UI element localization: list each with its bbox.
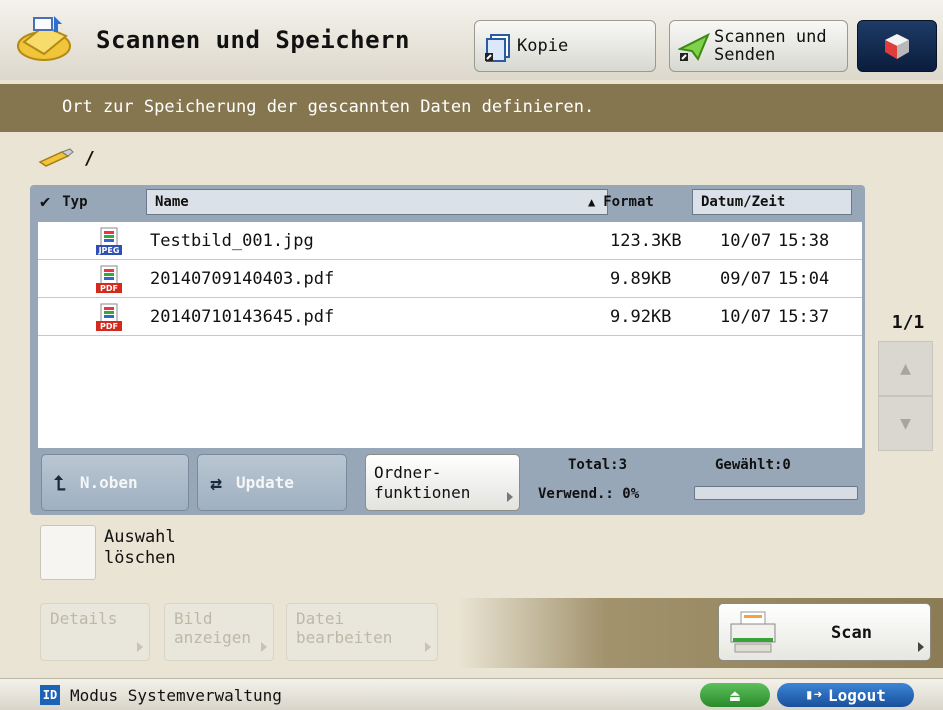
submenu-triangle-icon (261, 642, 267, 652)
scan-and-store-icon (14, 12, 74, 64)
update-label: Update (236, 473, 294, 492)
file-date: 09/07 (720, 269, 772, 289)
file-size: 9.89KB (610, 269, 672, 289)
name-column-label: Name (155, 194, 189, 210)
file-date: 10/07 (720, 307, 772, 327)
instruction-banner: Ort zur Speicherung der gescannten Daten… (0, 84, 943, 132)
jpeg-badge: JPEG (98, 246, 120, 255)
scan-button-label: Scan (831, 623, 872, 643)
file-row[interactable]: PDF 20140709140403.pdf 9.89KB 09/07 15:0… (38, 260, 862, 298)
paper-plane-icon (678, 32, 710, 61)
copy-function-button[interactable]: Kopie (474, 20, 656, 72)
refresh-arrows-icon: ⇄ (210, 470, 223, 495)
clear-selection-label: Auswahl löschen (104, 527, 176, 569)
file-name: Testbild_001.jpg (150, 231, 314, 251)
folder-functions-label-line1: Ordner- (374, 462, 442, 482)
copy-icon (485, 34, 510, 62)
scanner-icon (730, 611, 776, 653)
file-time: 15:37 (778, 307, 830, 327)
show-image-label-line1: Bild (174, 609, 213, 628)
scroll-up-button[interactable]: ▲ (878, 341, 933, 396)
edit-file-label-line2: bearbeiten (296, 628, 393, 647)
file-name: 20140710143645.pdf (150, 307, 335, 327)
submenu-triangle-icon (425, 642, 431, 652)
scan-button[interactable]: Scan (718, 603, 931, 661)
show-image-button[interactable]: Bild anzeigen (164, 603, 274, 661)
select-all-type-header[interactable]: ✔ Typ (40, 189, 144, 215)
logout-button[interactable]: ▮➜ Logout (777, 683, 914, 707)
edit-file-label-line1: Datei (296, 609, 345, 628)
name-column-header[interactable]: Name (146, 189, 608, 215)
clear-selection-line1: Auswahl (104, 527, 176, 547)
file-list-panel: ✔ Typ Name ▲ Format Datum/Zeit JPEG Test… (30, 185, 865, 515)
location-path: / (84, 147, 95, 169)
format-column-header[interactable]: ▲ Format (588, 189, 688, 215)
send-button-label-line1: Scannen und (714, 27, 827, 47)
up-level-button[interactable]: ⮤ N.oben (41, 454, 189, 511)
status-bar: ID Modus Systemverwaltung ⏏ ▮➜ Logout (0, 678, 943, 710)
instruction-text: Ort zur Speicherung der gescannten Daten… (62, 97, 595, 117)
type-column-label: Typ (62, 194, 88, 210)
copy-button-label: Kopie (517, 36, 569, 56)
details-label: Details (50, 609, 118, 628)
file-row[interactable]: JPEG Testbild_001.jpg 123.3KB 10/07 15:3… (38, 222, 862, 260)
menu-cube-icon (885, 34, 909, 59)
details-button[interactable]: Details (40, 603, 150, 661)
submenu-triangle-icon (918, 642, 924, 652)
pdf-file-icon: PDF (96, 265, 122, 293)
sort-ascending-icon: ▲ (588, 195, 596, 209)
pdf-file-icon: PDF (96, 303, 122, 331)
selected-count: Gewählt:0 (715, 457, 791, 473)
eject-media-button[interactable]: ⏏ (700, 683, 770, 707)
scan-and-send-function-button[interactable]: Scannen und Senden (669, 20, 848, 72)
datetime-column-label: Datum/Zeit (701, 194, 786, 210)
pdf-badge: PDF (100, 322, 118, 331)
jpeg-file-icon: JPEG (96, 227, 122, 255)
up-level-label: N.oben (79, 473, 138, 492)
page-indicator: 1/1 (891, 312, 925, 333)
file-list: JPEG Testbild_001.jpg 123.3KB 10/07 15:3… (38, 222, 862, 448)
storage-usage-bar (694, 486, 858, 500)
edit-file-button[interactable]: Datei bearbeiten (286, 603, 438, 661)
file-size: 9.92KB (610, 307, 672, 327)
submenu-triangle-icon (507, 492, 513, 502)
system-mode-text: Modus Systemverwaltung (70, 686, 282, 705)
send-button-label-line2: Senden (714, 45, 776, 65)
file-name: 20140709140403.pdf (150, 269, 335, 289)
datetime-column-header[interactable]: Datum/Zeit (692, 189, 852, 215)
file-row[interactable]: PDF 20140710143645.pdf 9.92KB 10/07 15:3… (38, 298, 862, 336)
folder-functions-button[interactable]: Ordner- funktionen (365, 454, 520, 511)
format-column-label: Format (603, 194, 654, 210)
total-count: Total:3 (568, 457, 628, 473)
file-size: 123.3KB (610, 231, 682, 251)
arrow-up-icon: ▲ (900, 358, 911, 379)
folder-functions-label-line2: funktionen (374, 482, 471, 502)
scroll-down-button[interactable]: ▼ (878, 396, 933, 451)
used-storage: Verwend.: 0% (538, 486, 640, 502)
clear-selection-line2: löschen (104, 548, 176, 568)
submenu-triangle-icon (137, 642, 143, 652)
clear-selection-button[interactable] (40, 525, 96, 580)
logout-door-icon: ▮➜ (805, 687, 823, 703)
eject-icon: ⏏ (730, 685, 740, 705)
show-image-label-line2: anzeigen (174, 628, 252, 647)
current-location: / (36, 146, 95, 170)
id-icon: ID (40, 685, 60, 705)
file-time: 15:38 (778, 231, 830, 251)
pdf-badge: PDF (100, 284, 118, 293)
arrow-down-icon: ▼ (900, 413, 911, 434)
up-level-arrow-icon: ⮤ (54, 470, 66, 495)
logout-label: Logout (828, 685, 886, 705)
checkmark-icon: ✔ (40, 192, 51, 212)
file-time: 15:04 (778, 269, 830, 289)
header-bar: Scannen und Speichern Kopie Scannen und … (0, 0, 943, 80)
usb-memory-icon (38, 148, 74, 167)
file-date: 10/07 (720, 231, 772, 251)
page-title: Scannen und Speichern (96, 26, 410, 54)
main-menu-button[interactable] (857, 20, 937, 72)
update-button[interactable]: ⇄ Update (197, 454, 347, 511)
